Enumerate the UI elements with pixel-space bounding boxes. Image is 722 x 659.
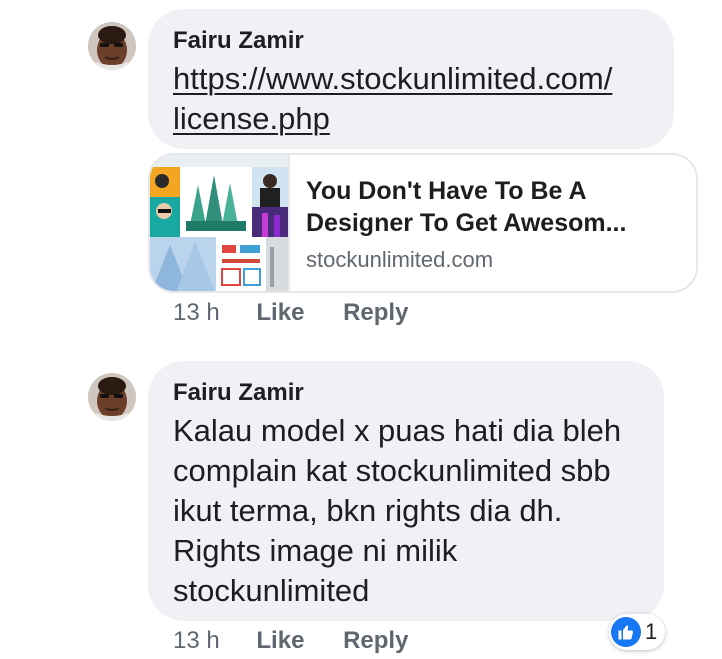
link-line[interactable]: https://www.stockunlimited.com/	[173, 61, 612, 96]
reply-button[interactable]: Reply	[343, 299, 408, 326]
comment-text-line: complain kat stockunlimited sbb	[173, 453, 611, 488]
collage-image	[150, 155, 288, 291]
reply-button[interactable]: Reply	[343, 627, 408, 654]
comment-author[interactable]: Fairu Zamir	[173, 379, 304, 407]
like-button[interactable]: Like	[256, 299, 304, 326]
comment-link[interactable]: https://www.stockunlimited.com/ license.…	[173, 59, 612, 139]
comment-meta: 13 h Like Reply	[173, 299, 408, 327]
avatar-photo	[88, 373, 136, 421]
link-preview-card[interactable]: You Don't Have To Be A Designer To Get A…	[148, 153, 698, 293]
comment-time[interactable]: 13 h	[173, 299, 220, 326]
preview-title-line: Designer To Get Awesom...	[306, 209, 627, 237]
comment-meta: 13 h Like Reply	[173, 627, 408, 655]
comment-time[interactable]: 13 h	[173, 627, 220, 654]
link-line[interactable]: license.php	[173, 101, 330, 136]
comment-text: Kalau model x puas hati dia bleh complai…	[173, 411, 621, 611]
commenter-avatar[interactable]	[88, 373, 136, 421]
avatar-photo	[88, 22, 136, 70]
comment-text-line: stockunlimited	[173, 573, 370, 608]
comment-text-line: ikut terma, bkn rights dia dh.	[173, 493, 563, 528]
preview-thumbnail	[150, 155, 290, 291]
comment-text-line: Rights image ni milik	[173, 533, 458, 568]
comment-text-line: Kalau model x puas hati dia bleh	[173, 413, 622, 448]
preview-title-line: You Don't Have To Be A	[306, 177, 587, 205]
comment-author[interactable]: Fairu Zamir	[173, 27, 304, 55]
preview-domain: stockunlimited.com	[306, 247, 494, 272]
reaction-summary[interactable]: 1	[609, 614, 666, 650]
reaction-count: 1	[645, 619, 658, 644]
preview-title[interactable]: You Don't Have To Be A Designer To Get A…	[306, 175, 676, 239]
like-button[interactable]: Like	[256, 627, 304, 654]
commenter-avatar[interactable]	[88, 22, 136, 70]
thumbs-up-icon	[611, 617, 641, 647]
